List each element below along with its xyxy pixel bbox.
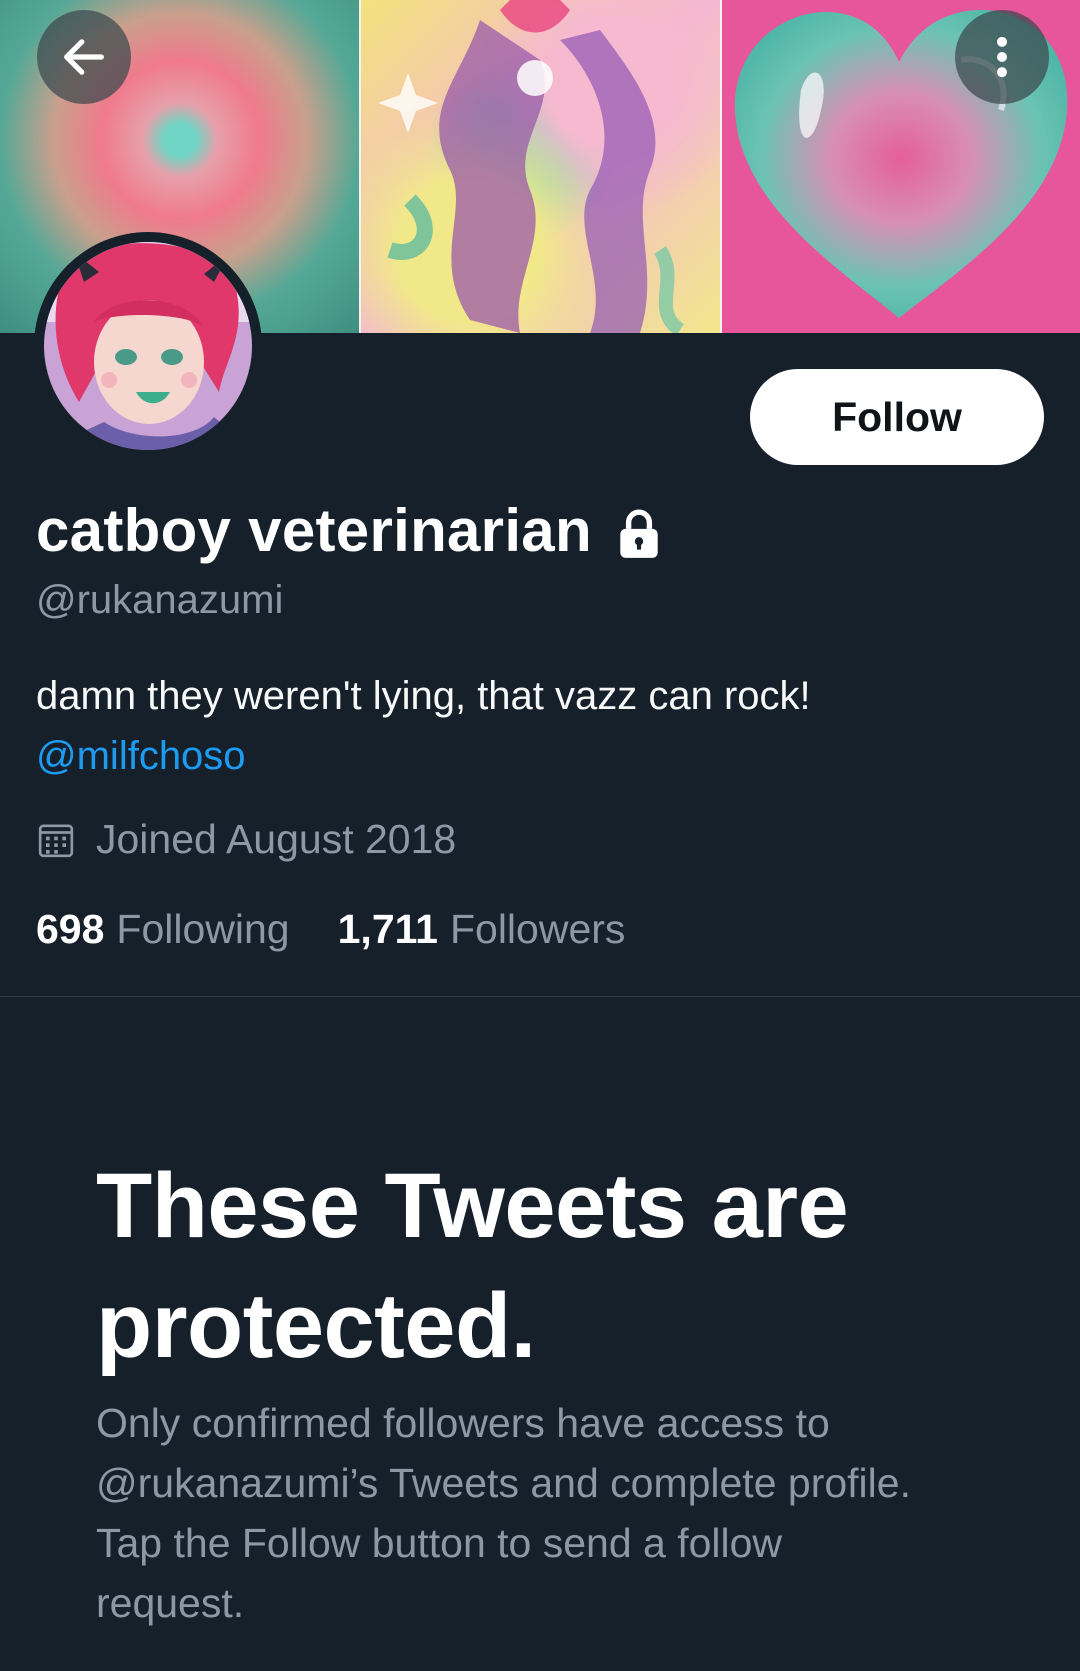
more-vertical-icon: [976, 31, 1028, 83]
profile-handle: @rukanazumi: [36, 578, 284, 622]
followers-count: 1,711: [337, 906, 438, 952]
follow-button[interactable]: Follow: [750, 369, 1044, 465]
banner-divider: [359, 0, 361, 333]
bio-mention-link[interactable]: @milfchoso: [36, 726, 246, 786]
banner-panel-figure: [360, 0, 721, 333]
more-options-button[interactable]: [955, 10, 1049, 104]
following-label: Following: [116, 906, 290, 952]
profile-bio: damn they weren't lying, that vazz can r…: [36, 666, 811, 786]
joined-date: Joined August 2018: [36, 816, 456, 863]
follow-stats: 698 Following 1,711 Followers: [36, 906, 625, 953]
calendar-icon: [36, 820, 76, 860]
banner-figure-art: [378, 0, 685, 333]
display-name-row: catboy veterinarian: [36, 495, 664, 567]
following-link[interactable]: 698 Following: [36, 906, 290, 953]
protected-description: Only confirmed followers have access to …: [96, 1400, 911, 1626]
back-button[interactable]: [37, 10, 131, 104]
section-divider: [0, 996, 1080, 997]
display-name: catboy veterinarian: [36, 497, 592, 564]
protected-title: These Tweets are protected.: [96, 1155, 849, 1377]
followers-label: Followers: [449, 906, 626, 952]
bio-text: damn they weren't lying, that vazz can r…: [36, 674, 811, 718]
joined-text: Joined August 2018: [96, 816, 457, 862]
lock-icon: [614, 506, 664, 560]
banner-divider: [720, 0, 722, 333]
avatar[interactable]: [34, 232, 262, 460]
avatar-image: [44, 242, 252, 450]
followers-link[interactable]: 1,711 Followers: [338, 906, 626, 953]
following-count: 698: [36, 906, 105, 952]
arrow-left-icon: [58, 31, 110, 83]
